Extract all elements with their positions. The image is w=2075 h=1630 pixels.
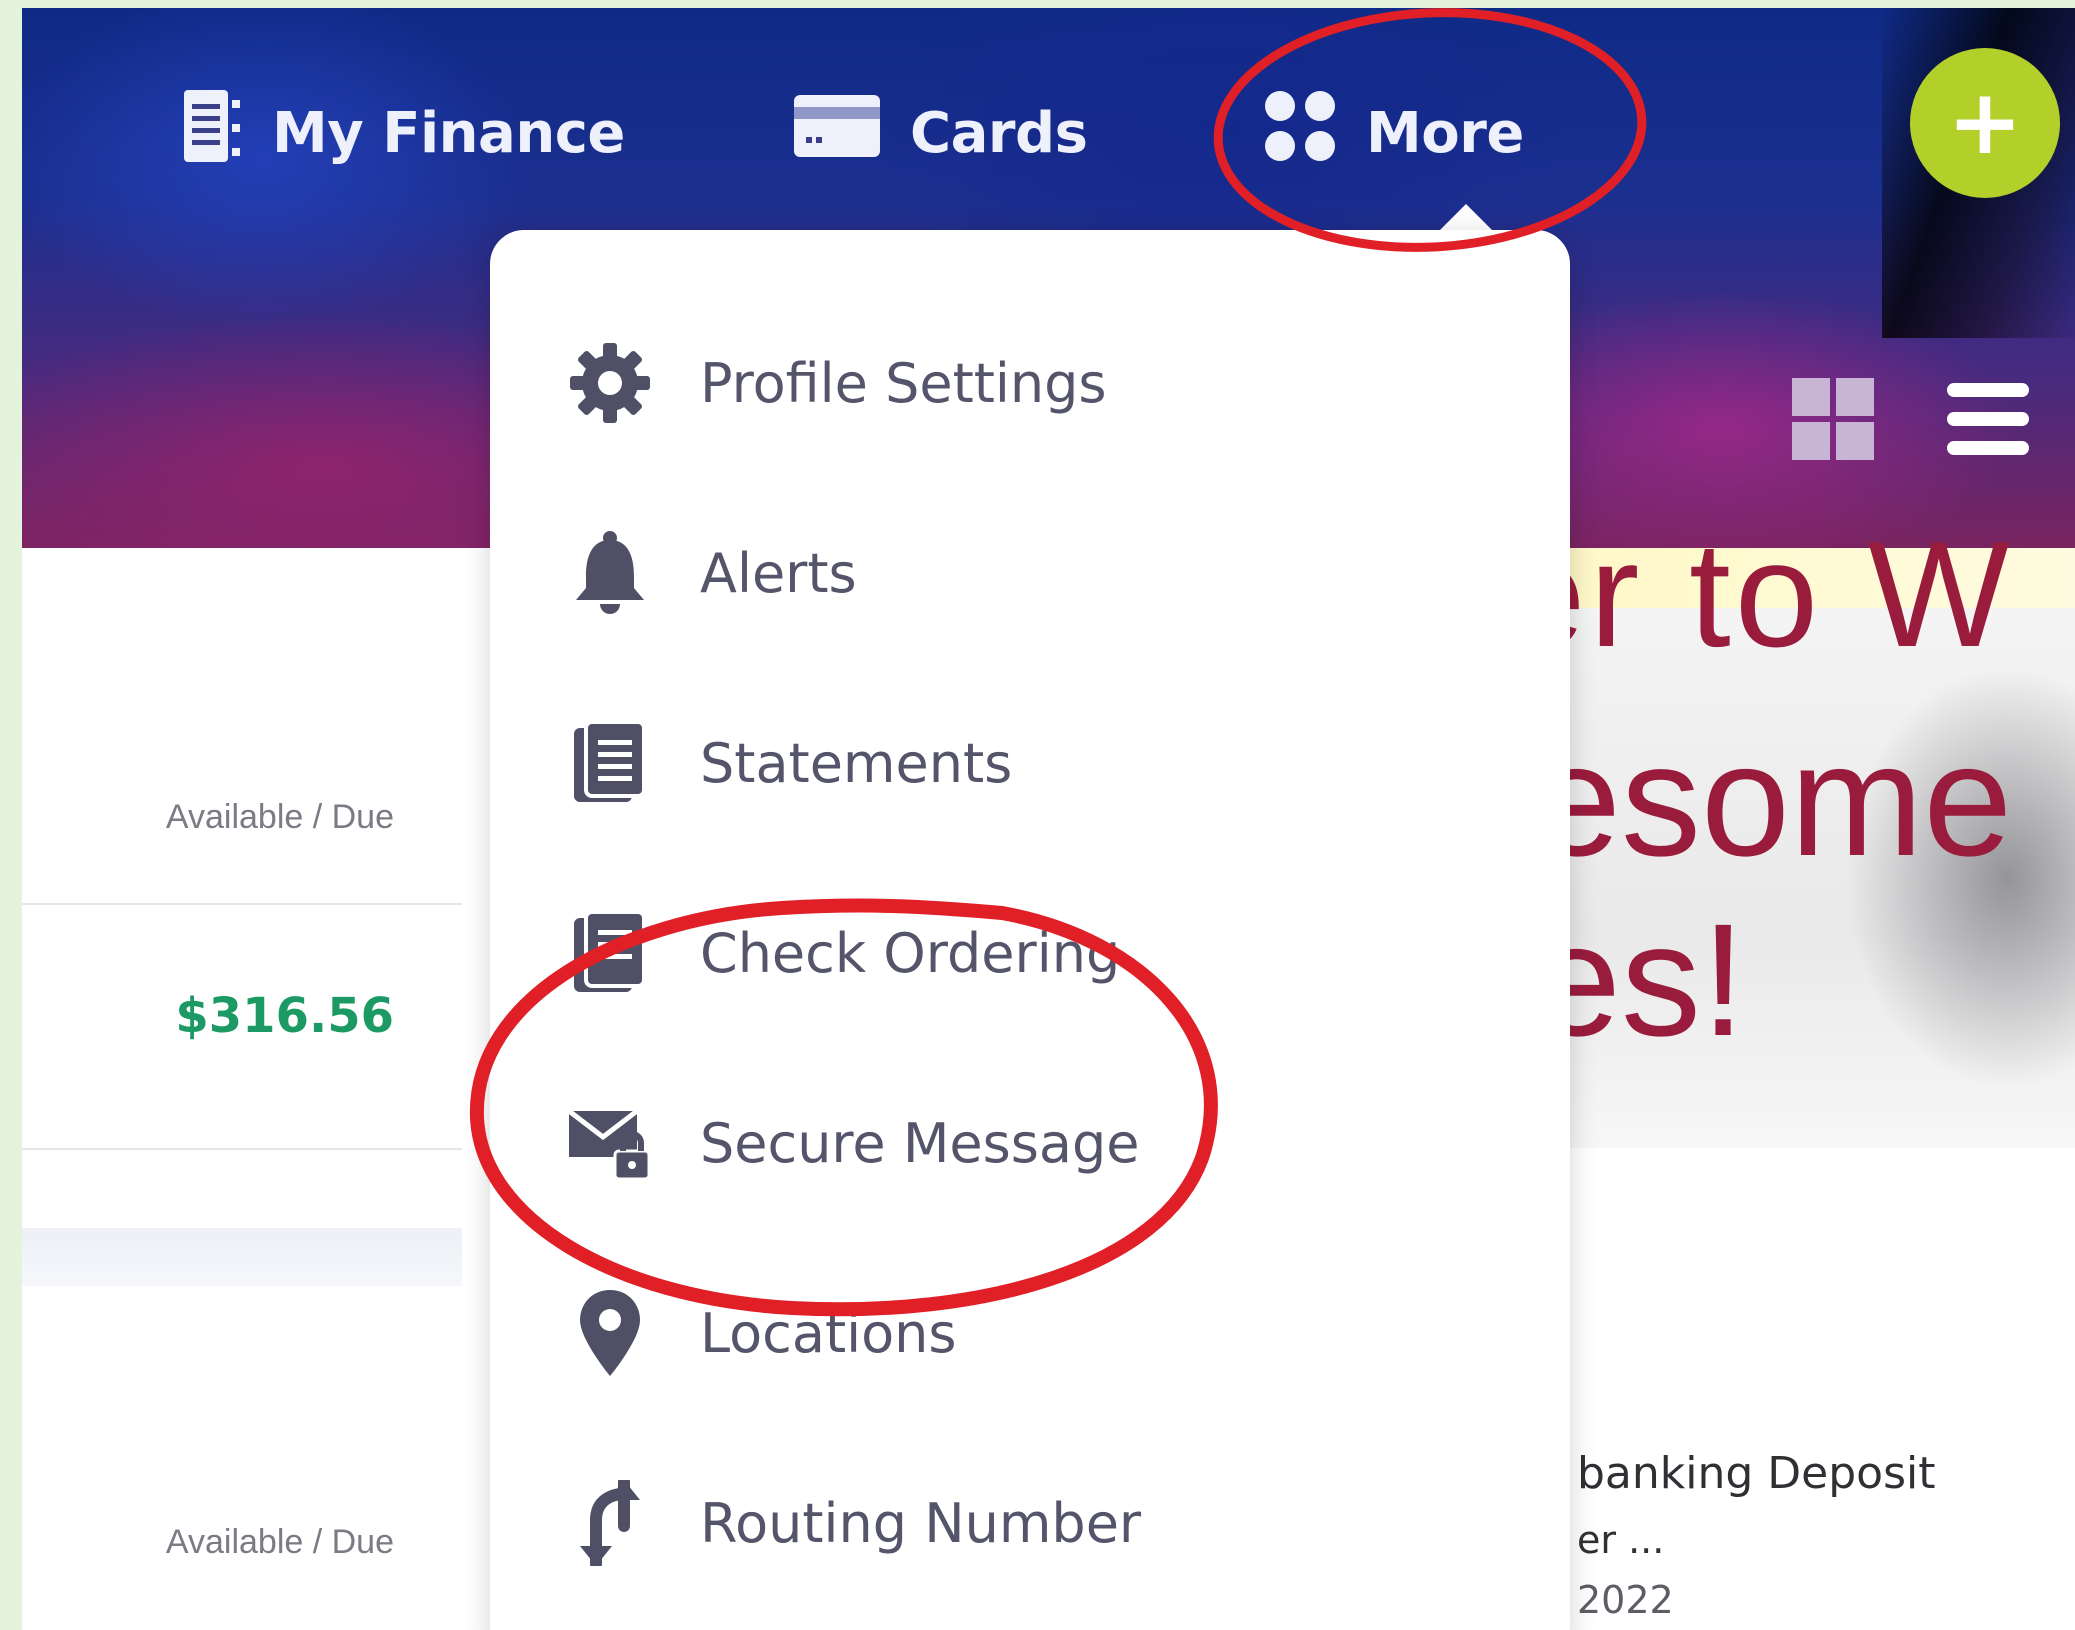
app-frame: My Finance Cards More + Available / Due … [22, 8, 2075, 1630]
nav-more[interactable]: More [1262, 88, 1524, 178]
more-dropdown-menu: Profile Settings Alerts Statements Check… [490, 230, 1570, 1630]
add-button[interactable]: + [1910, 48, 2060, 198]
account-balance: $316.56 [175, 988, 394, 1044]
menu-item-alerts[interactable]: Alerts [562, 513, 857, 633]
menu-item-routing-number[interactable]: Routing Number [562, 1463, 1141, 1583]
menu-item-label: Check Ordering [700, 921, 1121, 985]
dots-grid-icon [1262, 88, 1338, 178]
lock-envelope-icon [562, 1105, 658, 1181]
nav-cards-label: Cards [910, 100, 1088, 166]
list-view-icon[interactable] [1947, 383, 2029, 459]
divider [22, 1148, 462, 1150]
promo-text-line-1: er to W [1502, 510, 2014, 678]
menu-item-secure-message[interactable]: Secure Message [562, 1083, 1140, 1203]
bell-icon [562, 530, 658, 616]
exchange-arrows-icon [562, 1480, 658, 1566]
news-excerpt: er ... [1577, 1518, 1665, 1562]
news-title[interactable]: banking Deposit [1577, 1448, 1936, 1499]
account-list: Available / Due $316.56 Available / Due [22, 548, 462, 1630]
section-divider [22, 1228, 462, 1286]
check-document-icon [562, 910, 658, 996]
available-due-label: Available / Due [165, 1523, 394, 1561]
card-icon [792, 93, 882, 173]
menu-item-check-ordering[interactable]: Check Ordering [562, 893, 1120, 1013]
menu-item-profile-settings[interactable]: Profile Settings [562, 323, 1107, 443]
available-due-label: Available / Due [165, 798, 394, 836]
document-icon [562, 720, 658, 806]
grid-view-icon[interactable] [1792, 378, 1874, 464]
news-date: 2022 [1577, 1578, 1674, 1622]
menu-item-label: Profile Settings [700, 351, 1107, 415]
nav-more-label: More [1366, 100, 1524, 166]
ledger-icon [180, 86, 244, 180]
promo-text-line-2: esome [1532, 710, 2013, 889]
map-pin-icon [562, 1288, 658, 1378]
divider [22, 903, 462, 905]
menu-item-label: Alerts [700, 541, 857, 605]
nav-cards[interactable]: Cards [792, 88, 1088, 178]
nav-my-finance[interactable]: My Finance [180, 88, 625, 178]
menu-item-label: Locations [700, 1301, 957, 1365]
menu-item-label: Secure Message [700, 1111, 1140, 1175]
gear-icon [562, 341, 658, 425]
nav-my-finance-label: My Finance [272, 100, 625, 166]
menu-item-label: Routing Number [700, 1491, 1142, 1555]
menu-item-statements[interactable]: Statements [562, 703, 1012, 823]
menu-item-label: Statements [700, 731, 1013, 795]
menu-item-locations[interactable]: Locations [562, 1273, 957, 1393]
